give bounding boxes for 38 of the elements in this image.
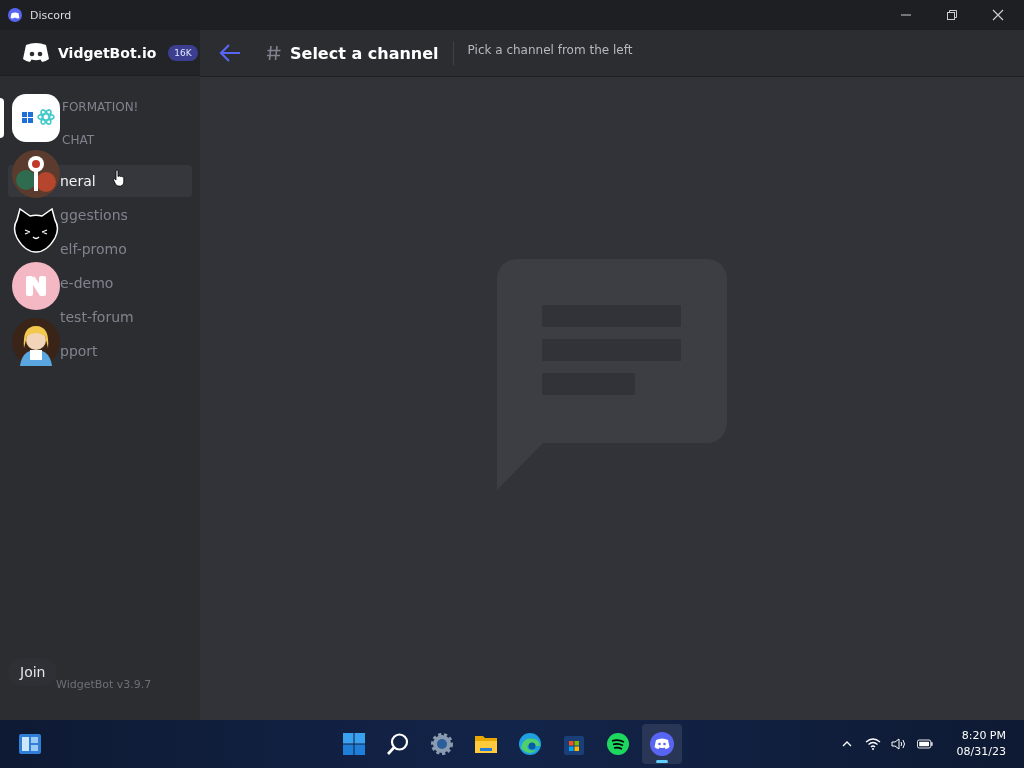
channel-item[interactable]: pport [8,335,192,367]
hand-cursor-icon [112,169,126,187]
volume-icon[interactable] [890,738,907,750]
channel-item[interactable]: ggestions [8,199,192,231]
channel-item[interactable]: e-demo [8,267,192,299]
music-app-icon [606,732,630,756]
settings-icon [430,732,454,756]
search-icon [386,732,410,756]
channel-item[interactable]: test-forum [8,301,192,333]
clock[interactable]: 8:20 PM 08/31/23 [956,728,1006,760]
version-label: WidgetBot v3.9.7 [56,678,152,691]
server-icon[interactable] [12,94,60,142]
server-icon[interactable] [12,318,60,366]
category-label[interactable]: FORMATION! [62,96,139,118]
hash-icon [266,45,282,61]
discord-logo-icon [650,732,674,756]
member-count-badge: 16K [168,44,198,61]
server-icon[interactable] [12,150,60,198]
server-icon[interactable] [12,262,60,310]
join-button[interactable]: Join [8,658,58,686]
server-name: VidgetBot.io [58,44,157,61]
close-icon[interactable] [992,9,1004,21]
category-label[interactable]: CHAT [62,132,94,148]
channel-subtitle: Pick a channel from the left [467,43,633,57]
browser-icon [518,732,542,756]
taskbar-app-button[interactable] [642,724,682,764]
server-icon[interactable] [12,206,60,254]
widgets-icon[interactable] [18,732,42,756]
battery-icon[interactable] [916,738,933,750]
discord-logo-icon [22,41,50,64]
windows-start-icon [342,732,366,756]
back-arrow-icon[interactable] [218,43,242,63]
window-title: Discord [30,8,72,22]
restore-icon[interactable] [946,9,958,21]
wifi-icon[interactable] [864,738,881,750]
channel-item[interactable]: elf-promo [8,233,192,265]
channel-title: Select a channel [290,43,439,63]
discord-logo-icon [8,8,22,22]
